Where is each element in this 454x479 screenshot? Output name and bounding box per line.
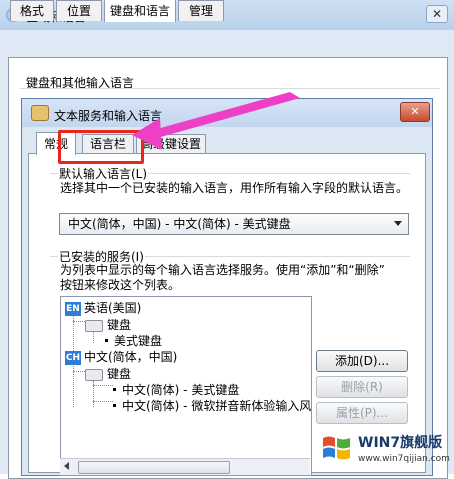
tree-connector (73, 313, 74, 353)
tree-connector (93, 401, 113, 402)
tab-location[interactable]: 位置 (56, 0, 102, 21)
chinese-simplified-label: 中文(简体，中国) (84, 350, 178, 364)
tree-connector (73, 361, 74, 407)
tree-item-ch-pinyin[interactable]: 中文(简体) - 微软拼音新体验输入风格 (113, 397, 312, 414)
scrollbar-thumb[interactable] (78, 461, 230, 474)
ch-us-keyboard-label: 中文(简体) - 美式键盘 (122, 383, 240, 397)
watermark-url: www.win7qijian.com (358, 454, 450, 464)
tab-general[interactable]: 常规 (36, 132, 76, 155)
tab-format[interactable]: 格式 (10, 0, 54, 21)
keyboard-icon (85, 319, 103, 332)
remove-button[interactable]: 删除(R) (316, 376, 408, 398)
tree-item-ch-keyboard[interactable]: 键盘 (85, 365, 131, 382)
en-keyboard-label: 键盘 (107, 318, 132, 332)
en-language-badge: EN (65, 301, 81, 316)
outer-close-button[interactable]: ✕ (426, 5, 448, 23)
tree-item-us-keyboard[interactable]: 美式键盘 (105, 332, 162, 349)
ch-keyboard-label: 键盘 (107, 367, 132, 381)
site-watermark: WIN7旗舰版 www.win7qijian.com (318, 424, 454, 474)
dialog-close-button[interactable]: ✕ (400, 102, 430, 122)
scroll-left-icon[interactable] (64, 462, 69, 470)
tab-admin[interactable]: 管理 (178, 0, 224, 21)
properties-button[interactable]: 属性(P)... (316, 402, 408, 424)
english-us-label: 英语(美国) (84, 301, 142, 315)
keyboard-icon (85, 368, 103, 381)
ch-language-badge: CH (65, 350, 81, 365)
installed-services-desc-line2: 按钮来修改这个列表。 (60, 278, 181, 292)
add-button[interactable]: 添加(D)... (316, 350, 408, 372)
tree-horizontal-scrollbar[interactable] (60, 458, 310, 475)
bullet-icon (113, 388, 116, 391)
tree-connector (93, 385, 113, 386)
default-language-group-label: 默认输入语言(L) (58, 165, 149, 182)
default-language-value: 中文(简体，中国) - 中文(简体) - 美式键盘 (68, 217, 291, 231)
windows-logo-icon (323, 436, 350, 460)
bullet-icon (105, 339, 108, 342)
keyboard-group-divider (20, 88, 440, 89)
tab-language-bar[interactable]: 语言栏 (82, 134, 134, 154)
tree-item-en-keyboard[interactable]: 键盘 (85, 316, 131, 333)
default-language-description: 选择其中一个已安装的输入语言，用作所有输入字段的默认语言。 (60, 181, 409, 195)
ch-pinyin-label: 中文(简体) - 微软拼音新体验输入风格 (122, 399, 312, 413)
tree-item-chinese[interactable]: CH 中文(简体，中国) (65, 348, 177, 365)
tree-item-ch-us-keyboard[interactable]: 中文(简体) - 美式键盘 (113, 381, 239, 398)
tab-keyboard-language[interactable]: 键盘和语言 (104, 0, 176, 22)
installed-services-desc-line1: 为列表中显示的每个输入语言选择服务。使用“添加”和“删除” (60, 263, 385, 277)
watermark-brand: WIN7旗舰版 (358, 435, 443, 451)
tab-advanced-key-settings[interactable]: 高级键设置 (136, 134, 206, 154)
tree-item-english[interactable]: EN 英语(美国) (65, 299, 141, 316)
dialog-title: 文本服务和输入语言 (54, 109, 163, 123)
dialog-app-icon (31, 105, 49, 121)
installed-services-tree[interactable]: EN 英语(美国) 键盘 美式键盘 CH 中文(简体，中国) 键盘 中文(简体) -… (60, 296, 312, 476)
bullet-icon (113, 404, 116, 407)
tree-connector (73, 371, 85, 372)
default-language-dropdown[interactable]: 中文(简体，中国) - 中文(简体) - 美式键盘 (59, 213, 409, 235)
us-keyboard-label: 美式键盘 (114, 334, 163, 348)
dialog-title-bar: 文本服务和输入语言 ✕ (22, 99, 432, 127)
chevron-down-icon (394, 221, 402, 226)
tree-connector (73, 321, 85, 322)
